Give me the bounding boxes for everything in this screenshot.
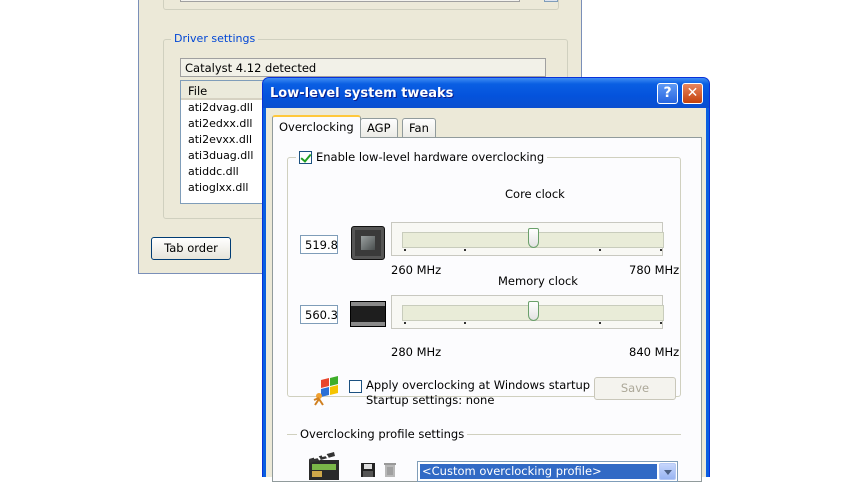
startup-checkbox[interactable] (349, 380, 362, 393)
profile-dropdown[interactable]: <Custom overclocking profile> (417, 461, 678, 482)
help-button[interactable]: ? (657, 83, 678, 104)
customize-button[interactable] (544, 0, 558, 2)
core-clock-value: 519.8 (300, 235, 338, 254)
tab-order-button[interactable]: Tab order (151, 237, 231, 260)
tab-overclocking[interactable]: Overclocking (272, 115, 361, 138)
startup-checkbox-label[interactable]: Apply overclocking at Windows startup (366, 378, 590, 393)
slider-tick (464, 322, 466, 324)
chevron-down-icon[interactable] (659, 463, 676, 480)
core-clock-thumb[interactable] (527, 228, 539, 248)
save-profile-icon[interactable] (360, 462, 376, 478)
memory-group-partial (163, 0, 559, 10)
file-column-header[interactable]: File (181, 81, 269, 100)
slider-tick (599, 322, 601, 324)
startup-settings-text: Startup settings: none (366, 393, 495, 407)
dialog-client: Overclocking AGP Fan Enable low-level ha… (266, 108, 706, 482)
core-clock-min: 260 MHz (391, 263, 442, 277)
clapperboard-icon (309, 452, 339, 480)
gpu-chip-icon (351, 226, 385, 260)
slider-tick (660, 322, 662, 324)
memory-clock-min: 280 MHz (391, 345, 442, 359)
slider-tick (404, 249, 406, 251)
driver-settings-label: Driver settings (171, 32, 259, 45)
dialog-title: Low-level system tweaks (270, 86, 454, 101)
overclocking-group: Enable low-level hardware overclocking (287, 150, 681, 397)
save-button[interactable]: Save (594, 377, 676, 400)
slider-tick (599, 249, 601, 251)
dialog-titlebar[interactable]: Low-level system tweaks ? ✕ (263, 78, 709, 108)
memory-clock-label: Memory clock (498, 274, 578, 288)
tab-fan[interactable]: Fan (402, 118, 436, 137)
slider-tick (660, 249, 662, 251)
core-clock-label: Core clock (505, 187, 565, 201)
startup-text-block: Apply overclocking at Windows startup St… (366, 378, 590, 408)
list-item[interactable]: atioglxx.dll (181, 180, 269, 196)
enable-oc-label: Enable low-level hardware overclocking (316, 150, 545, 164)
memory-clock-value: 560.3 (300, 305, 338, 324)
list-item[interactable]: atiddc.dll (181, 164, 269, 180)
memory-info-field (180, 0, 520, 2)
core-clock-max: 780 MHz (629, 263, 680, 277)
profile-settings-label: Overclocking profile settings (297, 427, 468, 441)
list-item[interactable]: ati2dvag.dll (181, 100, 269, 116)
slider-tick (404, 322, 406, 324)
memory-clock-max: 840 MHz (629, 345, 680, 359)
memory-clock-slider[interactable] (391, 295, 664, 329)
enable-oc-checkbox[interactable] (299, 150, 312, 164)
low-level-tweaks-dialog: Low-level system tweaks ? ✕ Overclocking… (262, 77, 710, 482)
list-item[interactable]: ati3duag.dll (181, 148, 269, 164)
memory-clock-thumb[interactable] (527, 301, 539, 321)
windows-startup-icon (313, 376, 338, 406)
tab-agp[interactable]: AGP (360, 118, 398, 137)
close-button[interactable]: ✕ (682, 83, 703, 104)
enable-oc-row[interactable]: Enable low-level hardware overclocking (296, 150, 548, 164)
catalyst-detected-field: Catalyst 4.12 detected (180, 58, 546, 77)
overclocking-panel: Enable low-level hardware overclocking C… (272, 137, 702, 482)
memory-chip-icon (350, 301, 386, 327)
core-clock-slider[interactable] (391, 222, 664, 256)
delete-profile-icon[interactable] (383, 461, 397, 478)
list-item[interactable]: ati2evxx.dll (181, 132, 269, 148)
slider-tick (464, 249, 466, 251)
list-item[interactable]: ati2edxx.dll (181, 116, 269, 132)
driver-file-list[interactable]: File ati2dvag.dll ati2edxx.dll ati2evxx.… (180, 80, 270, 204)
